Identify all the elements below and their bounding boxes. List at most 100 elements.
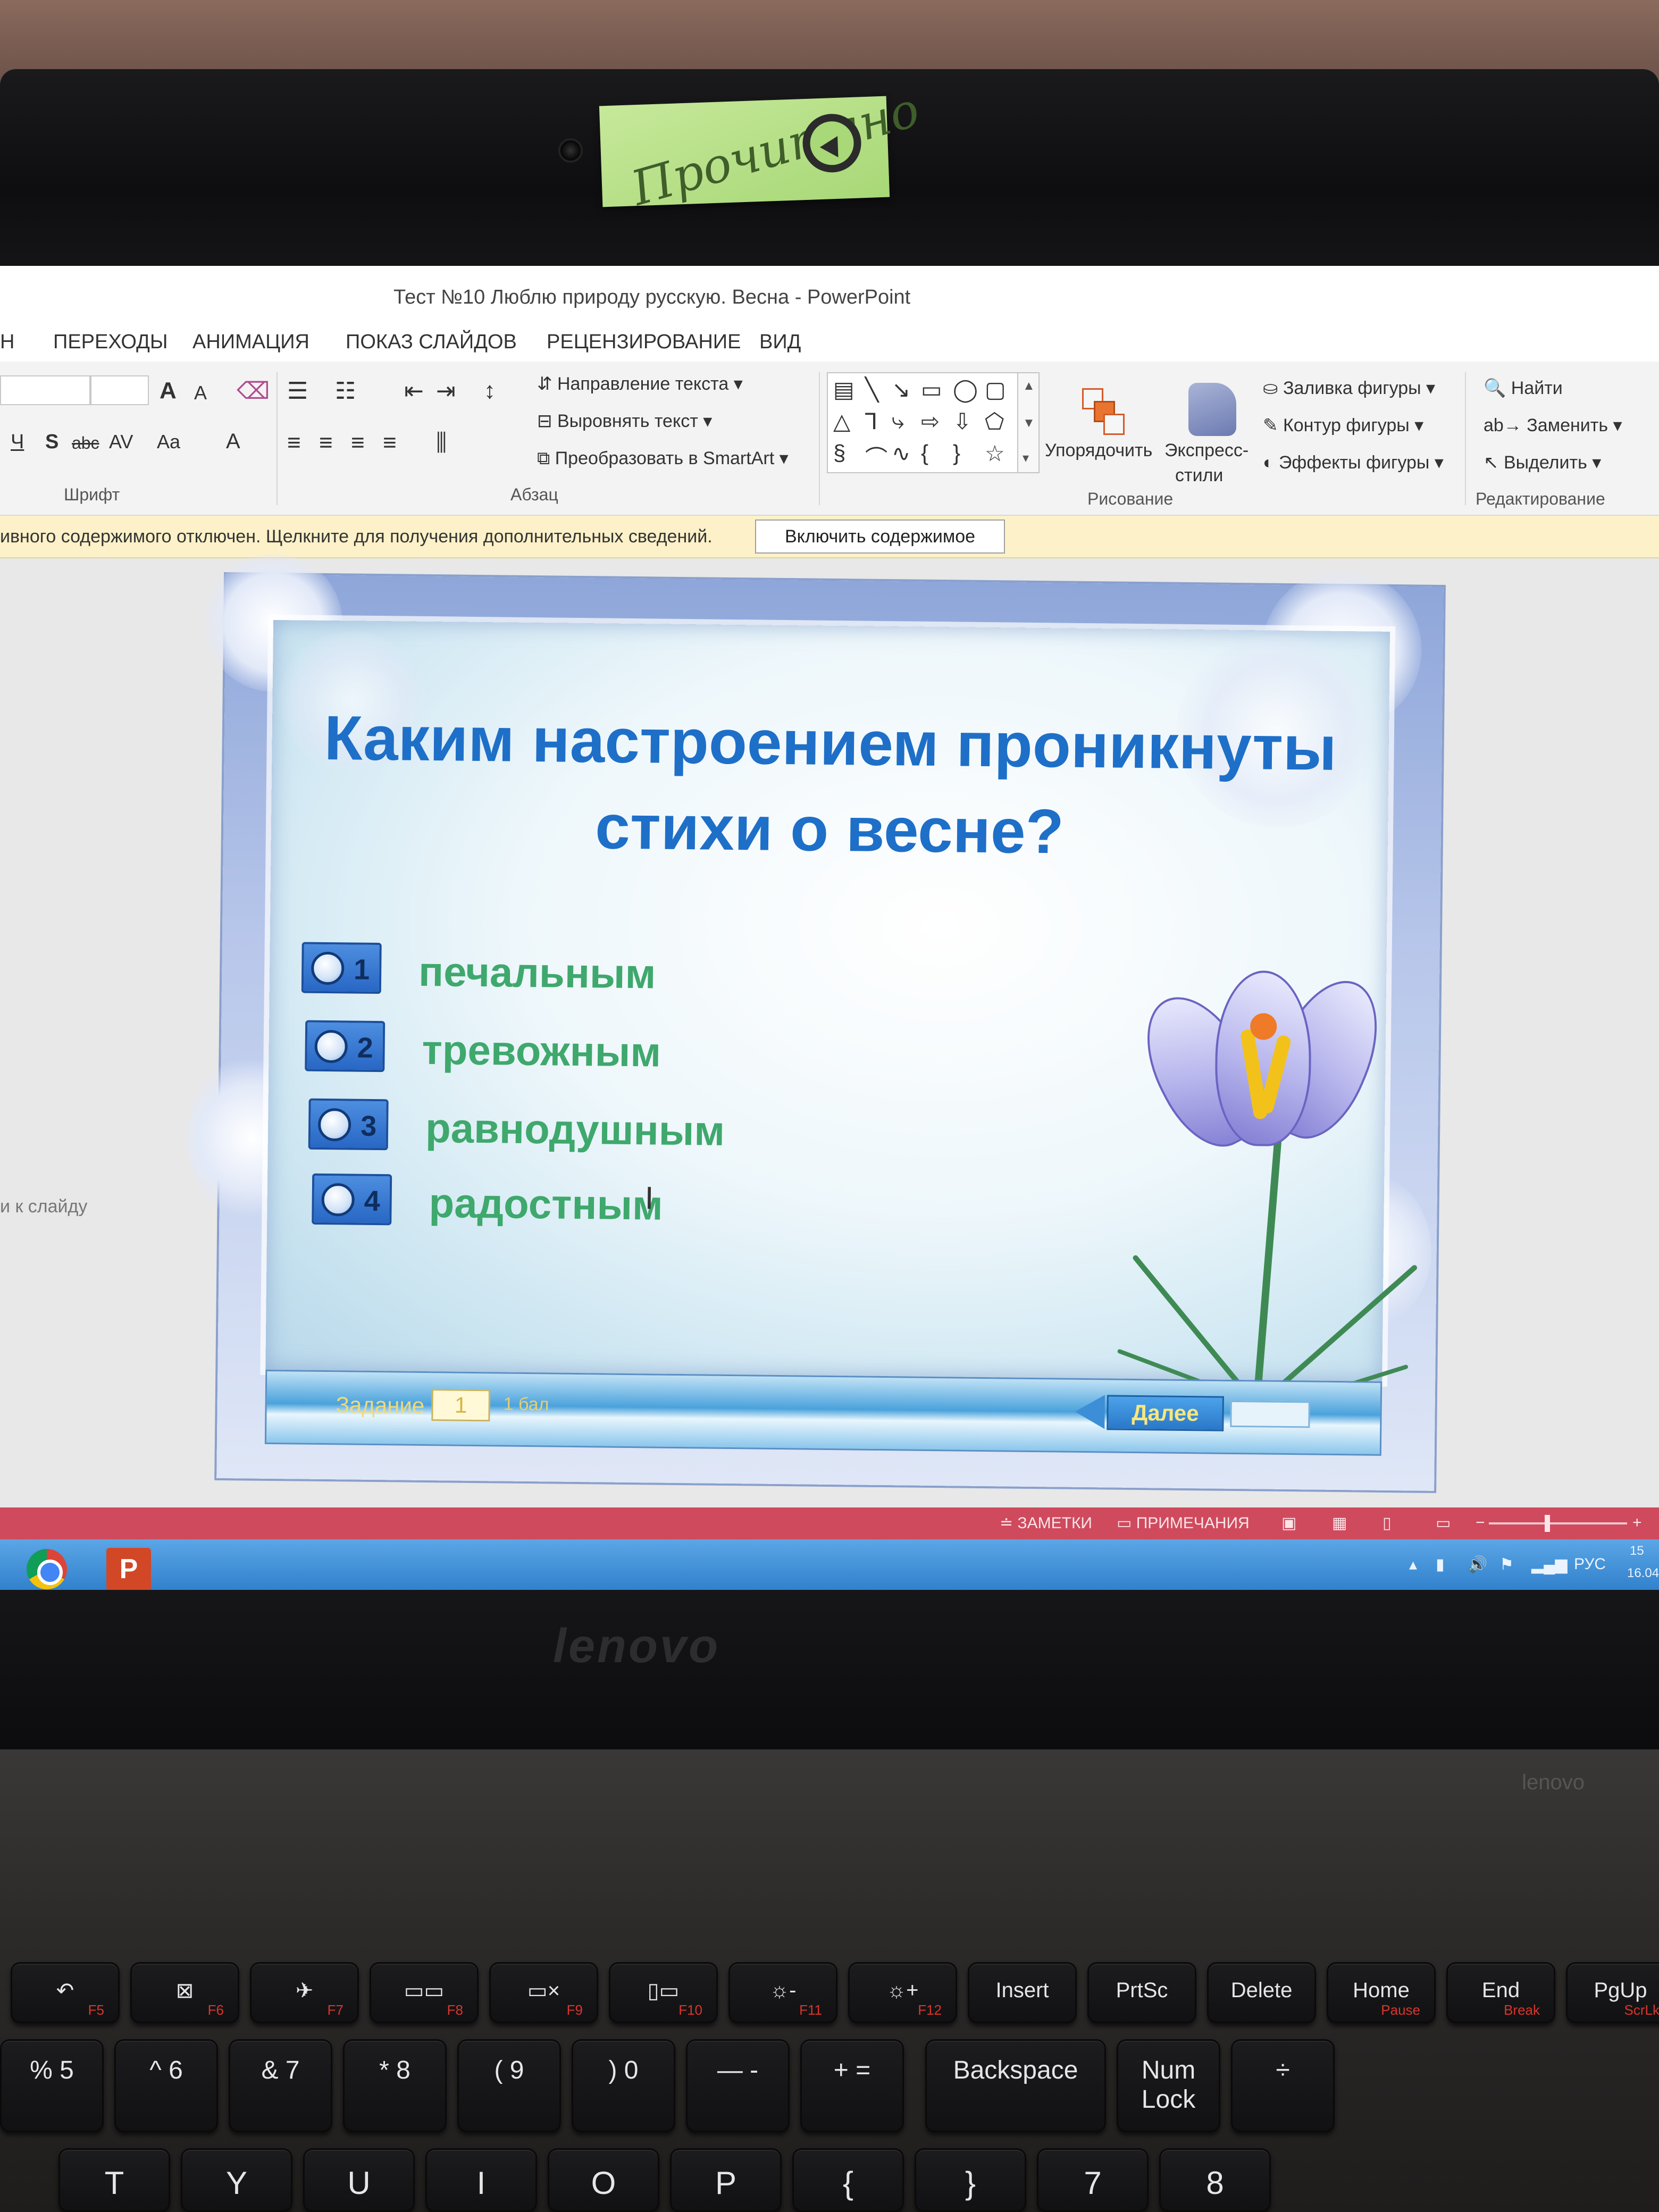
- font-color-icon[interactable]: A: [226, 430, 240, 454]
- enable-content-button[interactable]: Включить содержимое: [755, 520, 1005, 554]
- tray-language[interactable]: РУС: [1574, 1555, 1606, 1573]
- arrange-button[interactable]: Упорядочить: [1045, 440, 1152, 461]
- numkey-9[interactable]: Num Lock: [1117, 2039, 1220, 2132]
- fkey-12[interactable]: End Break: [1446, 1962, 1555, 2023]
- decrease-indent-icon[interactable]: ⇤: [404, 378, 424, 405]
- answer-button-1[interactable]: 1: [301, 942, 382, 994]
- find-button[interactable]: 🔍 Найти: [1484, 378, 1563, 399]
- align-left-icon[interactable]: ≡: [287, 430, 301, 456]
- freeform-shape-icon[interactable]: §: [833, 440, 845, 466]
- triangle-shape-icon[interactable]: △: [833, 408, 850, 434]
- zoom-in-icon[interactable]: +: [1632, 1514, 1642, 1532]
- fkey-10[interactable]: Delete: [1207, 1962, 1316, 2023]
- tray-date[interactable]: 16.04: [1627, 1566, 1659, 1581]
- arc-shape-icon[interactable]: ⌒: [865, 440, 887, 473]
- shape-effects-button[interactable]: ◐ Эффекты фигуры ▾: [1263, 452, 1444, 473]
- fkey-6[interactable]: ☼- F11: [728, 1962, 837, 2023]
- tray-flag-icon[interactable]: ⚑: [1499, 1555, 1514, 1574]
- answer-option-3[interactable]: 3 равнодушным: [308, 1098, 725, 1157]
- letterkey-1[interactable]: Y: [181, 2148, 292, 2212]
- char-spacing-icon[interactable]: AV: [109, 431, 133, 453]
- tab-transitions[interactable]: ПЕРЕХОДЫ: [53, 331, 168, 354]
- decrease-font-icon[interactable]: A: [194, 382, 207, 404]
- right-brace-shape-icon[interactable]: }: [953, 440, 960, 466]
- numkey-3[interactable]: * 8: [343, 2039, 447, 2132]
- answer-button-2[interactable]: 2: [305, 1020, 386, 1073]
- shadow-icon[interactable]: S: [45, 431, 58, 454]
- gallery-scrollbar[interactable]: ▲ ▼ ▾: [1017, 373, 1038, 472]
- letterkey-7[interactable]: }: [915, 2148, 1026, 2212]
- increase-indent-icon[interactable]: ⇥: [436, 378, 456, 405]
- increase-font-icon[interactable]: A: [160, 378, 177, 404]
- fkey-1[interactable]: ⊠ F6: [130, 1962, 239, 2023]
- tray-time[interactable]: 15: [1630, 1544, 1644, 1559]
- slideshow-view-icon[interactable]: ▭: [1436, 1514, 1451, 1532]
- numkey-0[interactable]: % 5: [0, 2039, 104, 2132]
- rectangle-shape-icon[interactable]: ▭: [921, 376, 942, 403]
- line-shape-icon[interactable]: ╲: [865, 376, 878, 403]
- answer-button-4[interactable]: 4: [312, 1173, 392, 1226]
- clear-format-icon[interactable]: ⌫: [237, 378, 270, 405]
- left-brace-shape-icon[interactable]: {: [921, 440, 928, 466]
- fkey-11[interactable]: Home Pause: [1327, 1962, 1436, 2023]
- answer-option-1[interactable]: 1 печальным: [301, 942, 656, 1001]
- fkey-2[interactable]: ✈ F7: [250, 1962, 359, 2023]
- numkey-10[interactable]: ÷: [1231, 2039, 1335, 2132]
- tab-review[interactable]: РЕЦЕНЗИРОВАНИЕ: [547, 331, 741, 354]
- star-shape-icon[interactable]: ☆: [985, 440, 1005, 466]
- letterkey-3[interactable]: I: [425, 2148, 537, 2212]
- underline-icon[interactable]: Ч: [11, 431, 24, 454]
- tab-view[interactable]: ВИД: [759, 331, 801, 354]
- answer-button-3[interactable]: 3: [308, 1098, 389, 1151]
- reading-view-icon[interactable]: ▯: [1382, 1514, 1392, 1532]
- justify-icon[interactable]: ≡: [383, 430, 397, 456]
- comments-button[interactable]: ▭ ПРИМЕЧАНИЯ: [1117, 1514, 1250, 1532]
- strikethrough-icon[interactable]: abc: [72, 433, 99, 453]
- normal-view-icon[interactable]: ▣: [1281, 1514, 1296, 1532]
- numkey-4[interactable]: ( 9: [457, 2039, 561, 2132]
- tab-slide-show[interactable]: ПОКАЗ СЛАЙДОВ: [346, 331, 517, 354]
- gallery-more-icon[interactable]: ▾: [1023, 450, 1029, 466]
- fkey-4[interactable]: ▭× F9: [489, 1962, 598, 2023]
- change-case-icon[interactable]: Aa: [157, 431, 180, 453]
- shape-outline-button[interactable]: ✎ Контур фигуры ▾: [1263, 415, 1423, 436]
- notes-button[interactable]: ≐ ЗАМЕТКИ: [1000, 1514, 1092, 1532]
- letterkey-9[interactable]: 8: [1159, 2148, 1271, 2212]
- rounded-rect-shape-icon[interactable]: ▢: [985, 376, 1006, 403]
- convert-smartart-button[interactable]: ⧉ Преобразовать в SmartArt ▾: [537, 448, 789, 469]
- scroll-down-icon[interactable]: ▼: [1023, 416, 1035, 431]
- columns-icon[interactable]: ⫼: [436, 430, 447, 456]
- letterkey-8[interactable]: 7: [1037, 2148, 1149, 2212]
- numkey-8[interactable]: Backspace: [925, 2039, 1106, 2132]
- shapes-gallery[interactable]: ▤ ╲ ↘ ▭ ◯ ▢ △ ⅂ ⤷ ⇨ ⇩ ⬠ § ⌒ ∿ { } ☆ ▲ ▼ …: [827, 372, 1040, 473]
- letterkey-0[interactable]: T: [58, 2148, 170, 2212]
- chrome-icon[interactable]: [27, 1549, 67, 1589]
- numkey-2[interactable]: & 7: [229, 2039, 332, 2132]
- zoom-slider-thumb[interactable]: [1545, 1515, 1550, 1532]
- fkey-0[interactable]: ↶ F5: [11, 1962, 120, 2023]
- zoom-slider[interactable]: [1489, 1522, 1627, 1524]
- numkey-6[interactable]: — -: [686, 2039, 790, 2132]
- tab-animations[interactable]: АНИМАЦИЯ: [192, 331, 309, 354]
- arrange-icon[interactable]: [1082, 388, 1125, 436]
- quick-styles-button-line1[interactable]: Экспресс-: [1164, 440, 1249, 461]
- shape-fill-button[interactable]: ⛀ Заливка фигуры ▾: [1263, 378, 1435, 399]
- font-name-box[interactable]: [0, 375, 90, 405]
- fkey-8[interactable]: Insert: [968, 1962, 1077, 2023]
- replace-button[interactable]: ab→ Заменить ▾: [1484, 415, 1622, 436]
- connector-shape-icon[interactable]: ⅂: [865, 408, 877, 434]
- tray-network-icon[interactable]: ▮: [1436, 1555, 1445, 1574]
- letterkey-4[interactable]: O: [548, 2148, 659, 2212]
- fkey-3[interactable]: ▭▭ F8: [370, 1962, 479, 2023]
- scroll-up-icon[interactable]: ▲: [1023, 379, 1035, 393]
- numkey-1[interactable]: ^ 6: [114, 2039, 218, 2132]
- numbering-icon[interactable]: ☷: [335, 378, 356, 405]
- down-arrow-shape-icon[interactable]: ⇩: [953, 408, 971, 434]
- select-button[interactable]: ↖ Выделить ▾: [1484, 452, 1601, 473]
- fkey-7[interactable]: ☼+ F12: [848, 1962, 957, 2023]
- slide-sorter-icon[interactable]: ▦: [1332, 1514, 1347, 1532]
- fkey-9[interactable]: PrtSc: [1087, 1962, 1196, 2023]
- align-center-icon[interactable]: ≡: [319, 430, 333, 456]
- pentagon-shape-icon[interactable]: ⬠: [985, 408, 1004, 434]
- curve-shape-icon[interactable]: ∿: [892, 440, 910, 466]
